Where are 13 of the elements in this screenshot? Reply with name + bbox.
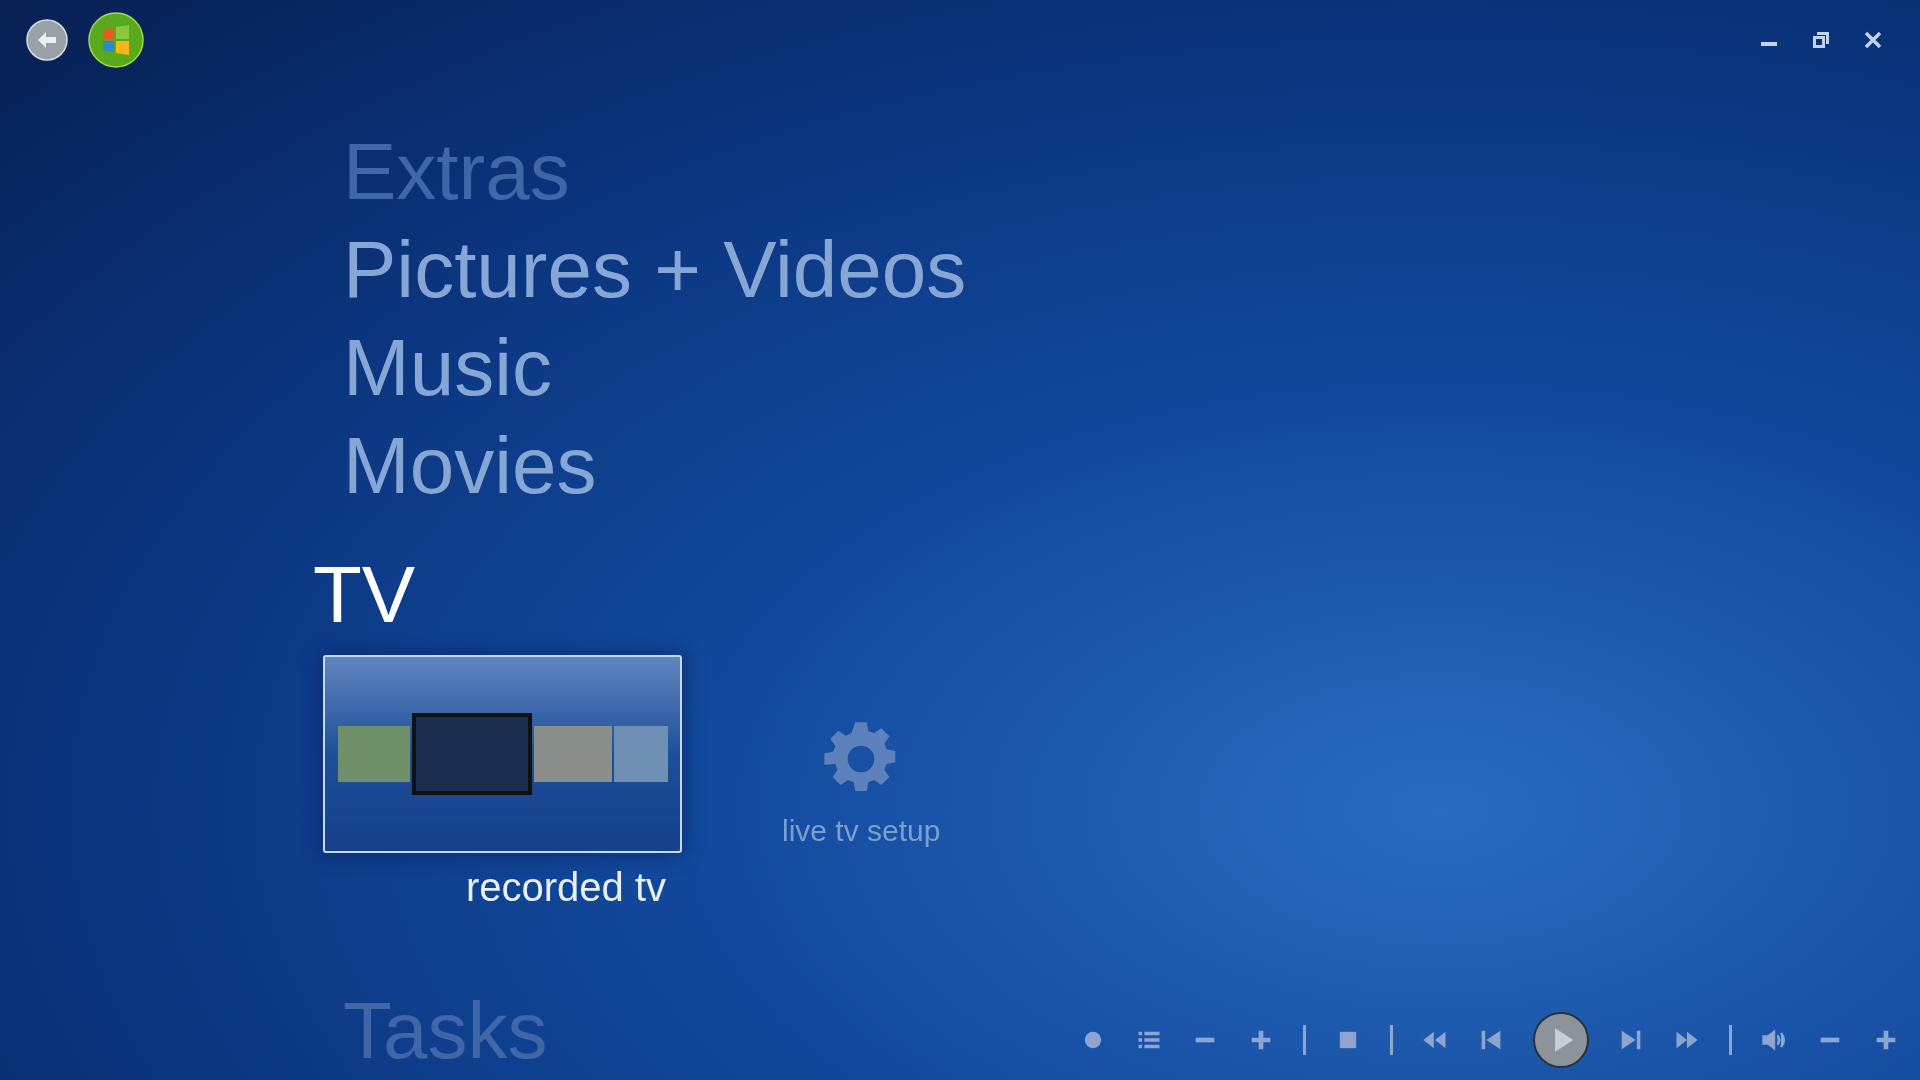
restore-icon[interactable]: [1812, 31, 1830, 49]
live-tv-setup-tile[interactable]: live tv setup: [762, 713, 961, 857]
windows-logo-button[interactable]: [88, 12, 144, 68]
close-icon[interactable]: [1864, 31, 1882, 49]
tile-label: recorded tv: [465, 864, 667, 911]
menu-item[interactable]: Pictures + Videos: [343, 221, 967, 319]
menu-item[interactable]: Movies: [343, 417, 597, 515]
recorded-tv-tile[interactable]: [323, 655, 682, 853]
section-title: TV: [313, 549, 416, 641]
menu-item[interactable]: Extras: [343, 123, 570, 221]
menu-item[interactable]: Music: [343, 319, 552, 417]
back-button[interactable]: [26, 19, 68, 61]
play-button[interactable]: [1533, 1012, 1589, 1068]
